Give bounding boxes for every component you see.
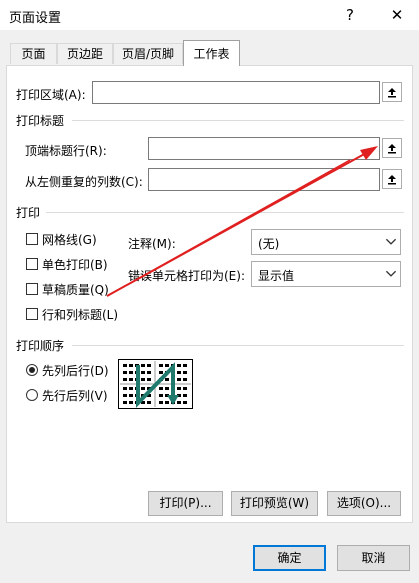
tab-page[interactable]: 页面 [10, 43, 57, 64]
separator [72, 345, 404, 346]
title-cols-collapse-button[interactable] [382, 169, 402, 189]
print-area-label: 打印区域(A): [16, 88, 86, 102]
draft-checkbox[interactable] [26, 283, 38, 295]
collapse-icon [388, 144, 396, 154]
title-rows-label: 顶端标题行(R): [25, 144, 107, 158]
tab-sheet[interactable]: 工作表 [183, 40, 240, 66]
over-then-down-radio[interactable] [26, 389, 38, 401]
errors-label: 错误单元格打印为(E): [128, 269, 245, 283]
chevron-down-icon [385, 270, 397, 277]
draft-label[interactable]: 草稿质量(Q) [42, 281, 109, 298]
title-cols-input[interactable] [148, 168, 380, 191]
ok-button[interactable]: 确定 [253, 545, 326, 571]
over-then-down-label[interactable]: 先行后列(V) [42, 387, 108, 404]
down-then-over-radio[interactable] [26, 364, 38, 376]
page-order-preview-icon [118, 359, 193, 409]
dialog-title: 页面设置 [9, 11, 62, 26]
chevron-down-icon [385, 238, 397, 245]
gridlines-label[interactable]: 网格线(G) [42, 231, 97, 248]
close-button[interactable]: ✕ [385, 3, 409, 27]
print-area-collapse-button[interactable] [382, 82, 402, 102]
title-cols-label: 从左侧重复的列数(C): [25, 175, 143, 189]
tab-margins[interactable]: 页边距 [57, 43, 113, 64]
options-button[interactable]: 选项(O)... [327, 491, 401, 516]
errors-select[interactable]: 显示值 [251, 261, 401, 287]
tab-header-footer[interactable]: 页眉/页脚 [113, 43, 183, 64]
separator [46, 212, 404, 213]
comments-label: 注释(M): [128, 237, 176, 251]
headings-label[interactable]: 行和列标题(L) [42, 306, 118, 323]
down-then-over-label[interactable]: 先列后行(D) [42, 362, 109, 379]
collapse-icon [388, 175, 396, 185]
comments-select[interactable]: (无) [251, 229, 401, 255]
print-preview-button[interactable]: 打印预览(W) [231, 491, 318, 516]
headings-checkbox[interactable] [26, 308, 38, 320]
print-area-input[interactable] [92, 81, 380, 104]
mono-checkbox[interactable] [26, 258, 38, 270]
title-rows-collapse-button[interactable] [382, 138, 402, 158]
collapse-icon [388, 88, 396, 98]
title-rows-input[interactable] [148, 137, 380, 160]
print-order-section-label: 打印顺序 [16, 339, 65, 353]
help-button[interactable]: ? [338, 3, 362, 27]
errors-value: 显示值 [258, 269, 295, 283]
gridlines-checkbox[interactable] [26, 233, 38, 245]
comments-value: (无) [258, 237, 280, 251]
print-section-label: 打印 [16, 206, 41, 220]
mono-label[interactable]: 单色打印(B) [42, 256, 108, 273]
cancel-button[interactable]: 取消 [337, 545, 410, 571]
separator [72, 120, 404, 121]
print-titles-section-label: 打印标题 [16, 114, 65, 128]
print-button[interactable]: 打印(P)... [148, 491, 223, 516]
